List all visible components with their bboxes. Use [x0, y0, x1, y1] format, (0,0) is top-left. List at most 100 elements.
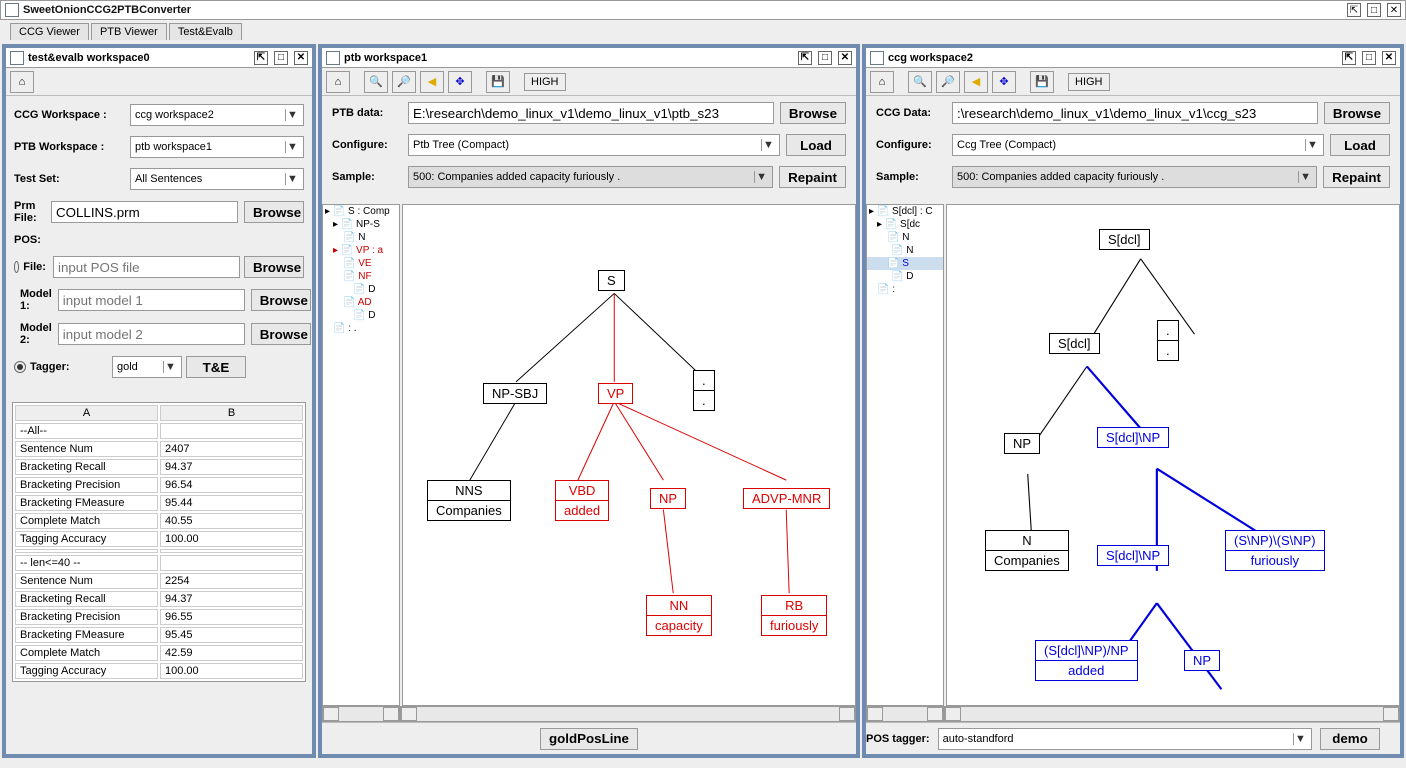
zoom-out-icon[interactable]: 🔎 [936, 71, 960, 93]
ccg-repaint-button[interactable]: Repaint [1323, 166, 1390, 188]
te-button[interactable]: T&E [186, 356, 246, 378]
home-icon[interactable]: ⌂ [870, 71, 894, 93]
ptb-canvas[interactable]: S NP-SBJ VP .. NNSCompanies VBDadded NP … [402, 204, 856, 706]
table-row [15, 549, 303, 553]
high-toggle[interactable]: HIGH [1068, 73, 1110, 91]
chevron-down-icon: ▼ [163, 361, 177, 373]
nav-scrollbar[interactable] [866, 706, 944, 722]
stats-hdr-a: A [15, 405, 158, 421]
panel-title-text: ptb workspace1 [344, 52, 427, 64]
prm-input[interactable] [51, 201, 238, 223]
home-icon[interactable]: ⌂ [326, 71, 350, 93]
panel-min-icon[interactable]: ⇱ [1342, 51, 1356, 65]
back-icon[interactable]: ◀ [420, 71, 444, 93]
node-np2: NP [1184, 650, 1220, 671]
prm-browse-button[interactable]: Browse [244, 201, 304, 223]
node-advp: ADVP-MNR [743, 488, 830, 509]
ptb-config-select[interactable]: Ptb Tree (Compact)▼ [408, 134, 780, 156]
zoom-in-icon[interactable]: 🔍 [364, 71, 388, 93]
ccg-ws-select[interactable]: ccg workspace2▼ [130, 104, 304, 126]
radio-tagger[interactable] [14, 361, 26, 373]
panel-close-icon[interactable]: ✕ [838, 51, 852, 65]
ccg-sample-select[interactable]: 500: Companies added capacity furiously … [952, 166, 1317, 188]
node-sdclnpnp: (S[dcl]\NP)/NPadded [1035, 640, 1138, 681]
nav-scrollbar[interactable] [322, 706, 400, 722]
panel-min-icon[interactable]: ⇱ [798, 51, 812, 65]
ccg-canvas[interactable]: S[dcl] S[dcl] .. NP S[dcl]\NP NCompanies… [946, 204, 1400, 706]
node-dot: .. [693, 370, 715, 411]
model1-browse-button[interactable]: Browse [251, 289, 311, 311]
ptb-tree-nav[interactable]: ▸ 📄 S : Comp ▸ 📄 NP-S 📄 N ▸ 📄 VP : a 📄 V… [322, 204, 400, 706]
tagger-label: Tagger: [30, 361, 108, 373]
prm-label: Prm File: [14, 200, 45, 224]
pos-tagger-select[interactable]: auto-standford▼ [938, 728, 1312, 750]
save-icon[interactable]: 💾 [486, 71, 510, 93]
model2-browse-button[interactable]: Browse [251, 323, 311, 345]
node-snpsnp: (S\NP)\(S\NP)furiously [1225, 530, 1325, 571]
ccg-tree-nav[interactable]: ▸ 📄 S[dcl] : C ▸ 📄 S[dc 📄 N 📄 N 📄 S 📄 D … [866, 204, 944, 706]
node-np: NP [1004, 433, 1040, 454]
save-icon[interactable]: 💾 [1030, 71, 1054, 93]
close-icon[interactable]: ✕ [1387, 3, 1401, 17]
stats-hdr-b: B [160, 405, 303, 421]
table-row: Tagging Accuracy100.00 [15, 663, 303, 679]
testset-label: Test Set: [14, 173, 124, 185]
ccg-config-label: Configure: [876, 139, 946, 151]
zoom-out-icon[interactable]: 🔎 [392, 71, 416, 93]
high-toggle[interactable]: HIGH [524, 73, 566, 91]
panel-title-text: ccg workspace2 [888, 52, 973, 64]
node-npsbj: NP-SBJ [483, 383, 547, 404]
tab-ptb-viewer[interactable]: PTB Viewer [91, 23, 167, 40]
node-rb: RBfuriously [761, 595, 827, 636]
radio-file[interactable] [14, 261, 19, 273]
node-nns: NNSCompanies [427, 480, 511, 521]
ptb-load-button[interactable]: Load [786, 134, 846, 156]
table-row: Bracketing Precision96.55 [15, 609, 303, 625]
pos-file-browse-button[interactable]: Browse [244, 256, 304, 278]
panel-max-icon[interactable]: □ [818, 51, 832, 65]
ptb-browse-button[interactable]: Browse [780, 102, 846, 124]
tab-test-evalb[interactable]: Test&Evalb [169, 23, 242, 40]
tagger-select[interactable]: gold▼ [112, 356, 182, 378]
ccg-load-button[interactable]: Load [1330, 134, 1390, 156]
panel-min-icon[interactable]: ⇱ [254, 51, 268, 65]
canvas-scrollbar[interactable] [944, 706, 1400, 722]
testset-select[interactable]: All Sentences▼ [130, 168, 304, 190]
panel-close-icon[interactable]: ✕ [1382, 51, 1396, 65]
maximize-icon[interactable]: □ [1367, 3, 1381, 17]
pos-file-input[interactable] [53, 256, 240, 278]
node-sdcl: S[dcl] [1099, 229, 1150, 250]
chevron-down-icon: ▼ [1305, 139, 1319, 151]
panel-max-icon[interactable]: □ [1362, 51, 1376, 65]
model2-input[interactable] [58, 323, 245, 345]
home-icon[interactable]: ⌂ [10, 71, 34, 93]
app-icon [5, 3, 19, 17]
panel-max-icon[interactable]: □ [274, 51, 288, 65]
panel-ptb: ptb workspace1 ⇱ □ ✕ ⌂ 🔍 🔎 ◀ ✥ 💾 HIGH [318, 44, 860, 758]
table-row: Sentence Num2407 [15, 441, 303, 457]
panel-title-text: test&evalb workspace0 [28, 52, 150, 64]
ptb-ws-select[interactable]: ptb workspace1▼ [130, 136, 304, 158]
expand-icon[interactable]: ✥ [448, 71, 472, 93]
table-row: Bracketing Recall94.37 [15, 591, 303, 607]
gold-pos-line-button[interactable]: goldPosLine [540, 728, 638, 750]
back-icon[interactable]: ◀ [964, 71, 988, 93]
panel-close-icon[interactable]: ✕ [294, 51, 308, 65]
ccg-browse-button[interactable]: Browse [1324, 102, 1390, 124]
ptb-data-input[interactable] [408, 102, 774, 124]
minimize-icon[interactable]: ⇱ [1347, 3, 1361, 17]
demo-button[interactable]: demo [1320, 728, 1380, 750]
ccg-data-input[interactable] [952, 102, 1318, 124]
main-area: test&evalb workspace0 ⇱ □ ✕ ⌂ CCG Worksp… [0, 42, 1406, 760]
tab-ccg-viewer[interactable]: CCG Viewer [10, 23, 89, 40]
ptb-sample-select[interactable]: 500: Companies added capacity furiously … [408, 166, 773, 188]
ptb-repaint-button[interactable]: Repaint [779, 166, 846, 188]
panel-icon [326, 51, 340, 65]
chevron-down-icon: ▼ [1293, 733, 1307, 745]
expand-icon[interactable]: ✥ [992, 71, 1016, 93]
canvas-scrollbar[interactable] [400, 706, 856, 722]
zoom-in-icon[interactable]: 🔍 [908, 71, 932, 93]
ccg-config-select[interactable]: Ccg Tree (Compact)▼ [952, 134, 1324, 156]
table-row: -- len<=40 -- [15, 555, 303, 571]
model1-input[interactable] [58, 289, 245, 311]
